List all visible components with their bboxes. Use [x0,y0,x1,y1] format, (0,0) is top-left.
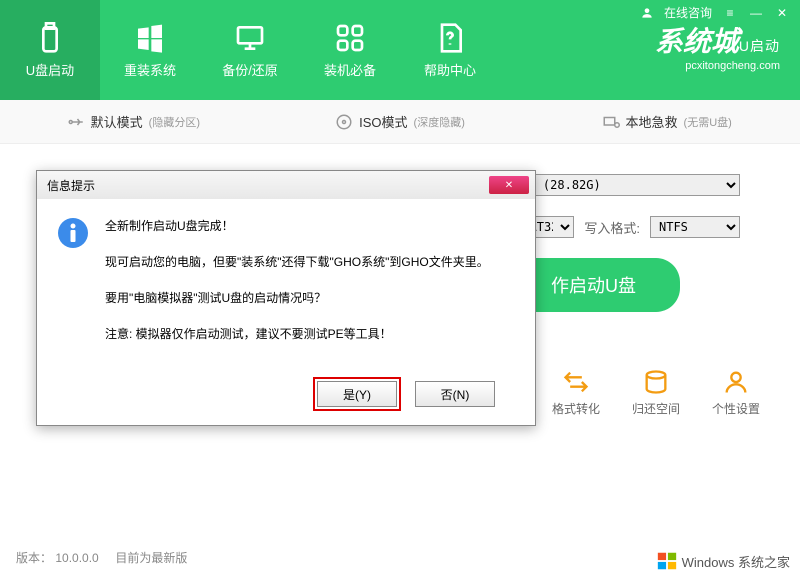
yes-button[interactable]: 是(Y) [317,381,397,407]
dialog-line2: 现可启动您的电脑，但要"装系统"还得下载"GHO系统"到GHO文件夹里。 [105,253,489,271]
usb-icon [34,22,66,54]
dialog-buttons: 是(Y) 否(N) [37,371,535,425]
brand-sub: U启动 [739,38,780,54]
dialog-body: 全新制作启动U盘完成！ 现可启动您的电脑，但要"装系统"还得下载"GHO系统"到… [37,199,535,371]
tab-label: ISO模式 [359,112,407,131]
tab-sublabel: (无需U盘) [684,114,732,130]
nav-backup[interactable]: 备份/还原 [200,0,300,100]
tab-label: 默认模式 [91,112,143,131]
tool-label: 格式转化 [552,400,600,417]
disc-icon [335,113,353,131]
consult-link[interactable]: 在线咨询 [664,4,712,21]
nav-label: 帮助中心 [424,60,476,79]
minimize-icon[interactable]: — [748,6,764,20]
windows-icon [134,22,166,54]
info-dialog: 信息提示 ✕ 全新制作启动U盘完成！ 现可启动您的电脑，但要"装系统"还得下载"… [36,170,536,426]
tool-settings[interactable]: 个性设置 [712,368,760,417]
tool-label: 归还空间 [632,400,680,417]
close-icon[interactable]: ✕ [774,6,790,20]
version-label: 版本： [16,551,52,565]
nav-label: 装机必备 [324,60,376,79]
watermark-text: Windows 系统之家 [682,552,790,571]
header: 在线咨询 ≡ — ✕ U盘启动 重装系统 备份/还原 装机必备 帮助中心 系统城… [0,0,800,100]
help-icon [434,22,466,54]
tab-label: 本地急救 [626,112,678,131]
tab-local[interactable]: 本地急救 (无需U盘) [533,100,800,143]
nav-help[interactable]: 帮助中心 [400,0,500,100]
disk-icon [642,368,670,396]
monitor-icon [234,22,266,54]
tabs: 默认模式 (隐藏分区) ISO模式 (深度隐藏) 本地急救 (无需U盘) [0,100,800,144]
version-value: 10.0.0.0 [55,551,98,565]
dialog-titlebar: 信息提示 ✕ [37,171,535,199]
nav-essentials[interactable]: 装机必备 [300,0,400,100]
tab-sublabel: (深度隐藏) [414,114,465,130]
dialog-title: 信息提示 [47,177,95,194]
convert-icon [562,368,590,396]
dialog-close-button[interactable]: ✕ [489,176,529,194]
version-status: 目前为最新版 [115,551,187,565]
usb-small-icon [67,113,85,131]
nav-label: U盘启动 [26,60,74,79]
windows-logo-icon [656,550,678,572]
person-icon [722,368,750,396]
watermark: Windows 系统之家 [656,550,790,572]
dialog-line3: 要用"电脑模拟器"测试U盘的启动情况吗？ [105,289,489,307]
rescue-icon [602,113,620,131]
nav-usb-boot[interactable]: U盘启动 [0,0,100,100]
nav-label: 备份/还原 [222,60,278,79]
tab-iso[interactable]: ISO模式 (深度隐藏) [267,100,534,143]
info-icon [57,217,89,361]
dialog-line4: 注意: 模拟器仅作启动测试，建议不要测试PE等工具！ [105,325,489,343]
tab-default[interactable]: 默认模式 (隐藏分区) [0,100,267,143]
brand-name: 系统城 [655,26,739,57]
support-icon [640,6,654,20]
menu-icon[interactable]: ≡ [722,6,738,20]
no-button[interactable]: 否(N) [415,381,495,407]
dialog-text: 全新制作启动U盘完成！ 现可启动您的电脑，但要"装系统"还得下载"GHO系统"到… [105,217,489,361]
nav-reinstall[interactable]: 重装系统 [100,0,200,100]
footer: 版本： 10.0.0.0 目前为最新版 [16,549,187,566]
tool-label: 个性设置 [712,400,760,417]
brand: 系统城U启动 pcxitongcheng.com [655,20,780,72]
brand-domain: pcxitongcheng.com [655,60,780,72]
apps-icon [334,22,366,54]
dialog-line1: 全新制作启动U盘完成！ [105,217,489,235]
nav-label: 重装系统 [124,60,176,79]
write-select[interactable]: NTFS [650,216,740,238]
tool-convert[interactable]: 格式转化 [552,368,600,417]
write-label: 写入格式: [584,218,640,237]
tab-sublabel: (隐藏分区) [149,114,200,130]
tool-space[interactable]: 归还空间 [632,368,680,417]
